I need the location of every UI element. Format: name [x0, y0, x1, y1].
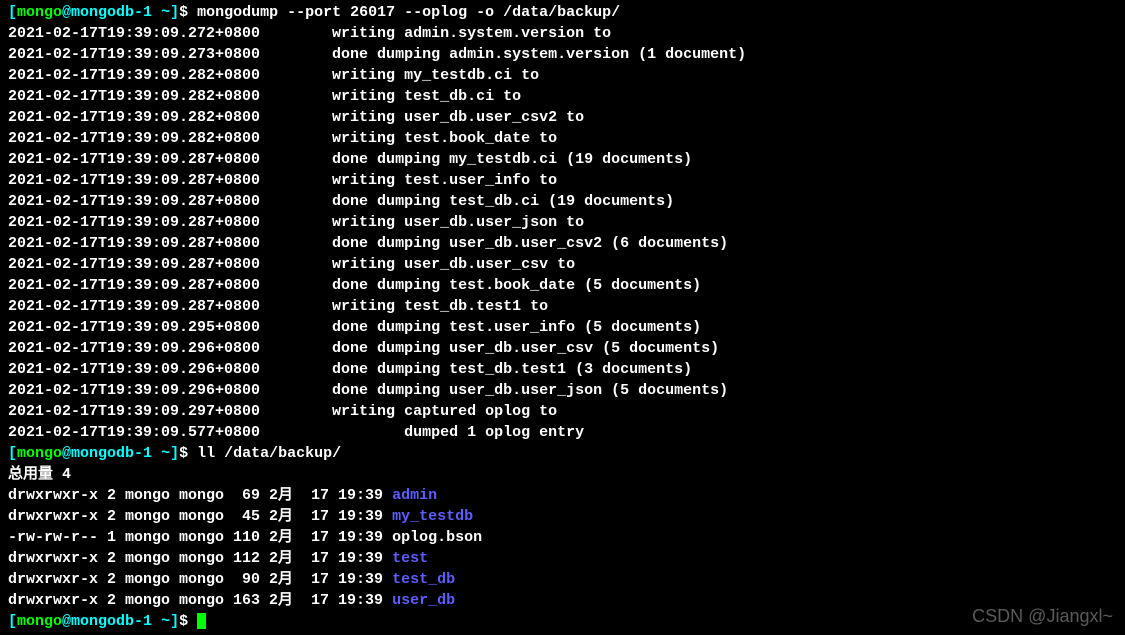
output-line: 2021-02-17T19:39:09.273+0800 done dumpin…	[8, 44, 1117, 65]
ls-line: drwxrwxr-x 2 mongo mongo 69 2月 17 19:39 …	[8, 485, 1117, 506]
output-line: 2021-02-17T19:39:09.282+0800 writing tes…	[8, 128, 1117, 149]
output-line: 2021-02-17T19:39:09.287+0800 writing use…	[8, 212, 1117, 233]
bracket-open: [	[8, 613, 17, 630]
watermark: CSDN @Jiangxl~	[972, 604, 1113, 629]
directory-name: my_testdb	[392, 508, 473, 525]
ls-line: -rw-rw-r-- 1 mongo mongo 110 2月 17 19:39…	[8, 527, 1117, 548]
output-line: 2021-02-17T19:39:09.287+0800 done dumpin…	[8, 191, 1117, 212]
prompt-path: ~	[161, 4, 170, 21]
prompt-line-2: [mongo@mongodb-1 ~]$ ll /data/backup/	[8, 443, 1117, 464]
file-name: oplog.bson	[392, 529, 482, 546]
output-line: 2021-02-17T19:39:09.282+0800 writing use…	[8, 107, 1117, 128]
output-line: 2021-02-17T19:39:09.287+0800 writing tes…	[8, 296, 1117, 317]
ls-line: drwxrwxr-x 2 mongo mongo 163 2月 17 19:39…	[8, 590, 1117, 611]
file-attrs: -rw-rw-r-- 1 mongo mongo 110 2月 17 19:39	[8, 529, 392, 546]
file-attrs: drwxrwxr-x 2 mongo mongo 163 2月 17 19:39	[8, 592, 392, 609]
prompt-user: mongo	[17, 445, 62, 462]
prompt-at: @	[62, 4, 71, 21]
prompt-dollar: $	[179, 4, 197, 21]
prompt-path: ~	[161, 445, 170, 462]
prompt-line-3: [mongo@mongodb-1 ~]$	[8, 611, 1117, 632]
output-line: 2021-02-17T19:39:09.297+0800 writing cap…	[8, 401, 1117, 422]
ls-line: drwxrwxr-x 2 mongo mongo 90 2月 17 19:39 …	[8, 569, 1117, 590]
prompt-user: mongo	[17, 613, 62, 630]
terminal-output[interactable]: [mongo@mongodb-1 ~]$ mongodump --port 26…	[8, 2, 1117, 632]
output-line: 2021-02-17T19:39:09.272+0800 writing adm…	[8, 23, 1117, 44]
output-line: 2021-02-17T19:39:09.282+0800 writing my_…	[8, 65, 1117, 86]
file-attrs: drwxrwxr-x 2 mongo mongo 69 2月 17 19:39	[8, 487, 392, 504]
directory-name: admin	[392, 487, 437, 504]
command-text: ll /data/backup/	[197, 445, 341, 462]
file-attrs: drwxrwxr-x 2 mongo mongo 90 2月 17 19:39	[8, 571, 392, 588]
bracket-open: [	[8, 4, 17, 21]
command-text: mongodump --port 26017 --oplog -o /data/…	[197, 4, 620, 21]
directory-name: user_db	[392, 592, 455, 609]
output-line: 2021-02-17T19:39:09.287+0800 done dumpin…	[8, 233, 1117, 254]
prompt-line-1: [mongo@mongodb-1 ~]$ mongodump --port 26…	[8, 2, 1117, 23]
directory-name: test	[392, 550, 428, 567]
prompt-dollar: $	[179, 445, 197, 462]
cursor	[197, 613, 206, 629]
output-line: 2021-02-17T19:39:09.295+0800 done dumpin…	[8, 317, 1117, 338]
ls-output: drwxrwxr-x 2 mongo mongo 69 2月 17 19:39 …	[8, 485, 1117, 611]
output-line: 2021-02-17T19:39:09.577+0800 dumped 1 op…	[8, 422, 1117, 443]
prompt-user: mongo	[17, 4, 62, 21]
mongodump-output: 2021-02-17T19:39:09.272+0800 writing adm…	[8, 23, 1117, 443]
output-line: 2021-02-17T19:39:09.282+0800 writing tes…	[8, 86, 1117, 107]
output-line: 2021-02-17T19:39:09.287+0800 done dumpin…	[8, 275, 1117, 296]
prompt-at: @	[62, 613, 71, 630]
ls-line: drwxrwxr-x 2 mongo mongo 112 2月 17 19:39…	[8, 548, 1117, 569]
prompt-host: mongodb-1	[71, 4, 161, 21]
prompt-host: mongodb-1	[71, 445, 161, 462]
total-line: 总用量 4	[8, 464, 1117, 485]
prompt-at: @	[62, 445, 71, 462]
bracket-close: ]	[170, 445, 179, 462]
output-line: 2021-02-17T19:39:09.287+0800 writing tes…	[8, 170, 1117, 191]
file-attrs: drwxrwxr-x 2 mongo mongo 112 2月 17 19:39	[8, 550, 392, 567]
ls-line: drwxrwxr-x 2 mongo mongo 45 2月 17 19:39 …	[8, 506, 1117, 527]
file-attrs: drwxrwxr-x 2 mongo mongo 45 2月 17 19:39	[8, 508, 392, 525]
output-line: 2021-02-17T19:39:09.287+0800 done dumpin…	[8, 149, 1117, 170]
directory-name: test_db	[392, 571, 455, 588]
prompt-host: mongodb-1	[71, 613, 161, 630]
output-line: 2021-02-17T19:39:09.296+0800 done dumpin…	[8, 338, 1117, 359]
prompt-dollar: $	[179, 613, 197, 630]
output-line: 2021-02-17T19:39:09.296+0800 done dumpin…	[8, 359, 1117, 380]
bracket-close: ]	[170, 613, 179, 630]
output-line: 2021-02-17T19:39:09.287+0800 writing use…	[8, 254, 1117, 275]
bracket-open: [	[8, 445, 17, 462]
prompt-path: ~	[161, 613, 170, 630]
output-line: 2021-02-17T19:39:09.296+0800 done dumpin…	[8, 380, 1117, 401]
bracket-close: ]	[170, 4, 179, 21]
